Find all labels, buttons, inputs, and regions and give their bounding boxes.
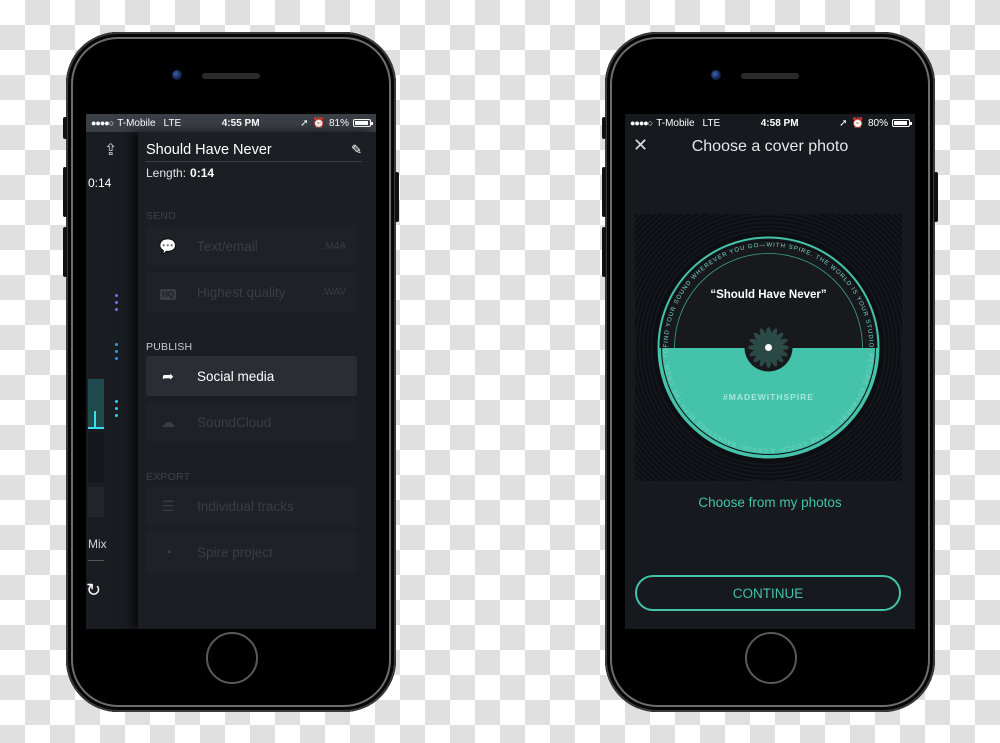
track-menu-3[interactable] — [115, 400, 118, 421]
power-button — [395, 172, 399, 222]
location-arrow-icon: ➚ — [839, 117, 848, 129]
battery-percent: 80% — [867, 117, 888, 129]
option-social-media[interactable]: ➦ Social media — [146, 356, 357, 396]
option-text-email[interactable]: 💬 Text/email .M4A — [146, 226, 357, 266]
record-label-art: FIND YOUR SOUND WHEREVER YOU GO—WITH SPI… — [635, 214, 883, 462]
battery-icon — [892, 119, 912, 127]
spindle-hole — [765, 344, 772, 351]
track-block — [88, 487, 104, 517]
track-block — [88, 432, 104, 482]
option-ext: .M4A — [322, 240, 346, 252]
section-publish: PUBLISH — [146, 341, 193, 353]
network-type: LTE — [163, 117, 182, 129]
signal-icon: ●●●●○ — [630, 118, 653, 128]
choose-from-photos-link[interactable]: Choose from my photos — [625, 495, 915, 510]
song-title[interactable]: Should Have Never — [146, 142, 272, 158]
spire-icon: ◔ — [163, 544, 173, 560]
track-menu-1[interactable] — [115, 294, 118, 315]
length-value: 0:14 — [190, 166, 215, 180]
hq-icon: HQ — [160, 289, 176, 300]
export-drawer: Should Have Never ✎ Length: 0:14 SEND 💬 T… — [138, 132, 376, 629]
volume-up-button — [63, 167, 67, 217]
section-send: SEND — [146, 210, 176, 222]
alarm-icon: ⏰ — [312, 117, 325, 129]
status-bar: ●●●●○ T-Mobile LTE 4:58 PM ➚ ⏰ 80% — [625, 114, 915, 132]
battery-percent: 81% — [328, 117, 349, 129]
clock: 4:55 PM — [221, 117, 260, 129]
cover-preview: FIND YOUR SOUND WHEREVER YOU GO—WITH SPI… — [635, 214, 902, 481]
alarm-icon: ⏰ — [851, 117, 864, 129]
track-waveform — [88, 379, 104, 429]
continue-button[interactable]: CONTINUE — [635, 575, 901, 611]
soundcloud-icon: ☁ — [161, 413, 175, 430]
location-arrow-icon: ➚ — [300, 117, 309, 129]
length-label: Length: — [146, 166, 187, 180]
front-camera — [172, 70, 182, 80]
volume-down-button — [63, 227, 67, 277]
network-type: LTE — [702, 117, 721, 129]
option-label: Text/email — [197, 238, 258, 254]
screen-export-menu: ●●●●○ T-Mobile LTE 4:55 PM ➚ ⏰ 81% ⇪ 0:1… — [86, 114, 376, 629]
cover-song-title: “Should Have Never” — [710, 289, 826, 301]
phone-right: ●●●●○ T-Mobile LTE 4:58 PM ➚ ⏰ 80% ✕ Cho… — [602, 32, 938, 712]
share-arrow-icon: ➦ — [162, 367, 174, 384]
volume-up-button — [602, 167, 606, 217]
option-label: Highest quality — [197, 284, 286, 300]
page-title: Choose a cover photo — [691, 138, 849, 155]
pencil-icon[interactable]: ✎ — [351, 142, 362, 158]
carrier: T-Mobile — [656, 117, 695, 129]
home-button[interactable] — [206, 632, 258, 684]
mixer-panel: ⇪ 0:14 Mix ↻ — [86, 132, 138, 629]
screen-cover-photo: ●●●●○ T-Mobile LTE 4:58 PM ➚ ⏰ 80% ✕ Cho… — [625, 114, 915, 629]
option-ext: .WAV — [321, 286, 346, 298]
option-label: Individual tracks — [197, 498, 294, 514]
playhead-time: 0:14 — [88, 176, 112, 190]
header: ✕ Choose a cover photo — [625, 132, 915, 162]
redo-circular-arrow-icon[interactable]: ↻ — [86, 580, 101, 601]
option-individual-tracks[interactable]: ☰ Individual tracks — [146, 486, 357, 526]
clock: 4:58 PM — [760, 117, 799, 129]
carrier: T-Mobile — [117, 117, 156, 129]
section-export: EXPORT — [146, 471, 191, 483]
option-highest-quality[interactable]: HQ Highest quality .WAV — [146, 272, 357, 312]
option-soundcloud[interactable]: ☁ SoundCloud — [146, 402, 357, 442]
option-spire-project[interactable]: ◔ Spire project — [146, 532, 357, 572]
status-bar: ●●●●○ T-Mobile LTE 4:55 PM ➚ ⏰ 81% — [86, 114, 376, 132]
option-label: Spire project — [197, 544, 273, 560]
option-label: SoundCloud — [197, 414, 272, 430]
share-icon[interactable]: ⇪ — [104, 140, 117, 160]
mute-switch — [602, 117, 606, 139]
battery-icon — [353, 119, 373, 127]
front-camera — [711, 70, 721, 80]
option-label: Social media — [197, 368, 275, 384]
home-button[interactable] — [745, 632, 797, 684]
cover-hashtag: #MADEWITHSPIRE — [723, 392, 814, 402]
tracks-icon: ☰ — [161, 497, 175, 514]
mute-switch — [63, 117, 67, 139]
signal-icon: ●●●●○ — [91, 118, 114, 128]
track-menu-2[interactable] — [115, 343, 118, 364]
phone-left: ●●●●○ T-Mobile LTE 4:55 PM ➚ ⏰ 81% ⇪ 0:1… — [63, 32, 399, 712]
mix-label[interactable]: Mix — [88, 537, 107, 551]
speech-bubble-icon: 💬 — [159, 237, 177, 254]
title-row: Should Have Never ✎ — [146, 138, 362, 162]
earpiece-speaker — [202, 73, 260, 79]
divider — [88, 560, 104, 561]
earpiece-speaker — [741, 73, 799, 79]
song-length: Length: 0:14 — [146, 166, 214, 180]
volume-down-button — [602, 227, 606, 277]
power-button — [934, 172, 938, 222]
